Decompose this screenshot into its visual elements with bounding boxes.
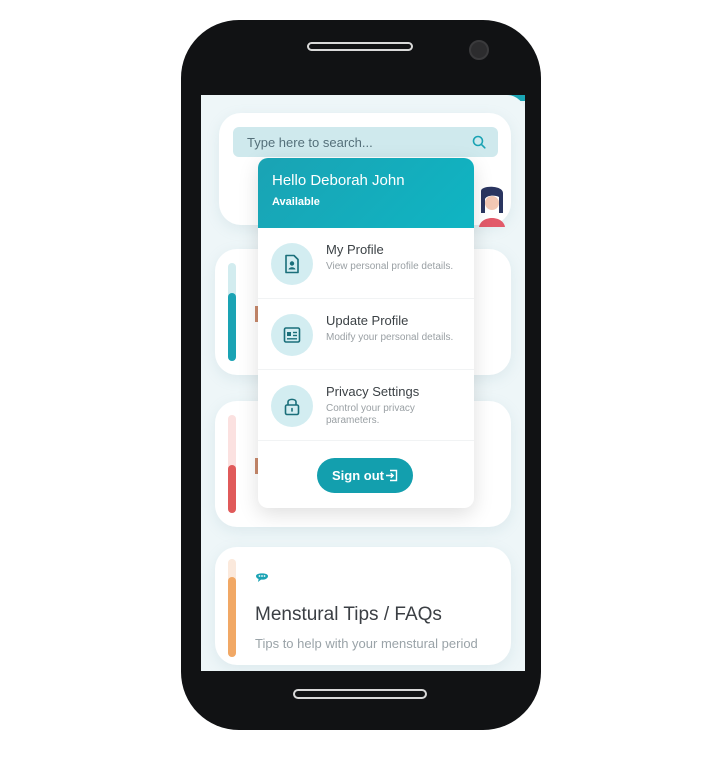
user-avatar[interactable] [477, 183, 507, 227]
dropdown-header: Hello Deborah John Available [258, 158, 474, 228]
tips-title: Menstural Tips / FAQs [255, 604, 442, 625]
sign-out-label: Sign out [332, 468, 384, 483]
update-profile-description: Modify your personal details. [326, 332, 454, 343]
tips-faq-card[interactable]: Menstural Tips / FAQs Tips to help with … [215, 547, 511, 665]
menu-item-my-profile[interactable]: My Profile View personal profile details… [258, 228, 474, 299]
tips-subtitle: Tips to help with your menstural period [255, 636, 478, 651]
teal-progress-track [228, 263, 236, 361]
update-profile-icon-circle [271, 314, 313, 356]
privacy-settings-description: Control your privacy parameters. [326, 403, 415, 426]
sign-out-button[interactable]: Sign out [317, 458, 413, 493]
my-profile-description: View personal profile details. [326, 261, 454, 272]
search-placeholder: Type here to search... [247, 135, 373, 150]
profile-doc-icon [285, 254, 299, 274]
id-card-icon [283, 327, 301, 343]
teal-progress-fill [228, 293, 236, 361]
home-indicator[interactable] [293, 689, 427, 699]
my-profile-label: My Profile [326, 242, 384, 257]
phone-speaker [307, 42, 413, 51]
privacy-icon-circle [271, 385, 313, 427]
my-profile-icon-circle [271, 243, 313, 285]
menu-item-privacy-settings[interactable]: Privacy Settings Control your privacy pa… [258, 370, 474, 441]
chat-bubble-icon [256, 573, 268, 582]
user-status: Available [272, 196, 320, 208]
sign-out-icon [386, 469, 398, 482]
lock-icon [284, 398, 300, 416]
menu-item-update-profile[interactable]: Update Profile Modify your personal deta… [258, 299, 474, 370]
phone-camera [469, 40, 489, 60]
orange-progress-track [228, 559, 236, 657]
privacy-settings-label: Privacy Settings [326, 384, 420, 399]
user-greeting: Hello Deborah John [272, 172, 405, 189]
red-progress-track [228, 415, 236, 513]
search-input[interactable]: Type here to search... [233, 127, 498, 157]
orange-progress-fill [228, 577, 236, 657]
red-progress-fill [228, 465, 236, 513]
profile-dropdown-menu: Hello Deborah John Available My Profile … [258, 158, 474, 508]
update-profile-label: Update Profile [326, 313, 409, 328]
search-icon[interactable] [472, 135, 486, 149]
